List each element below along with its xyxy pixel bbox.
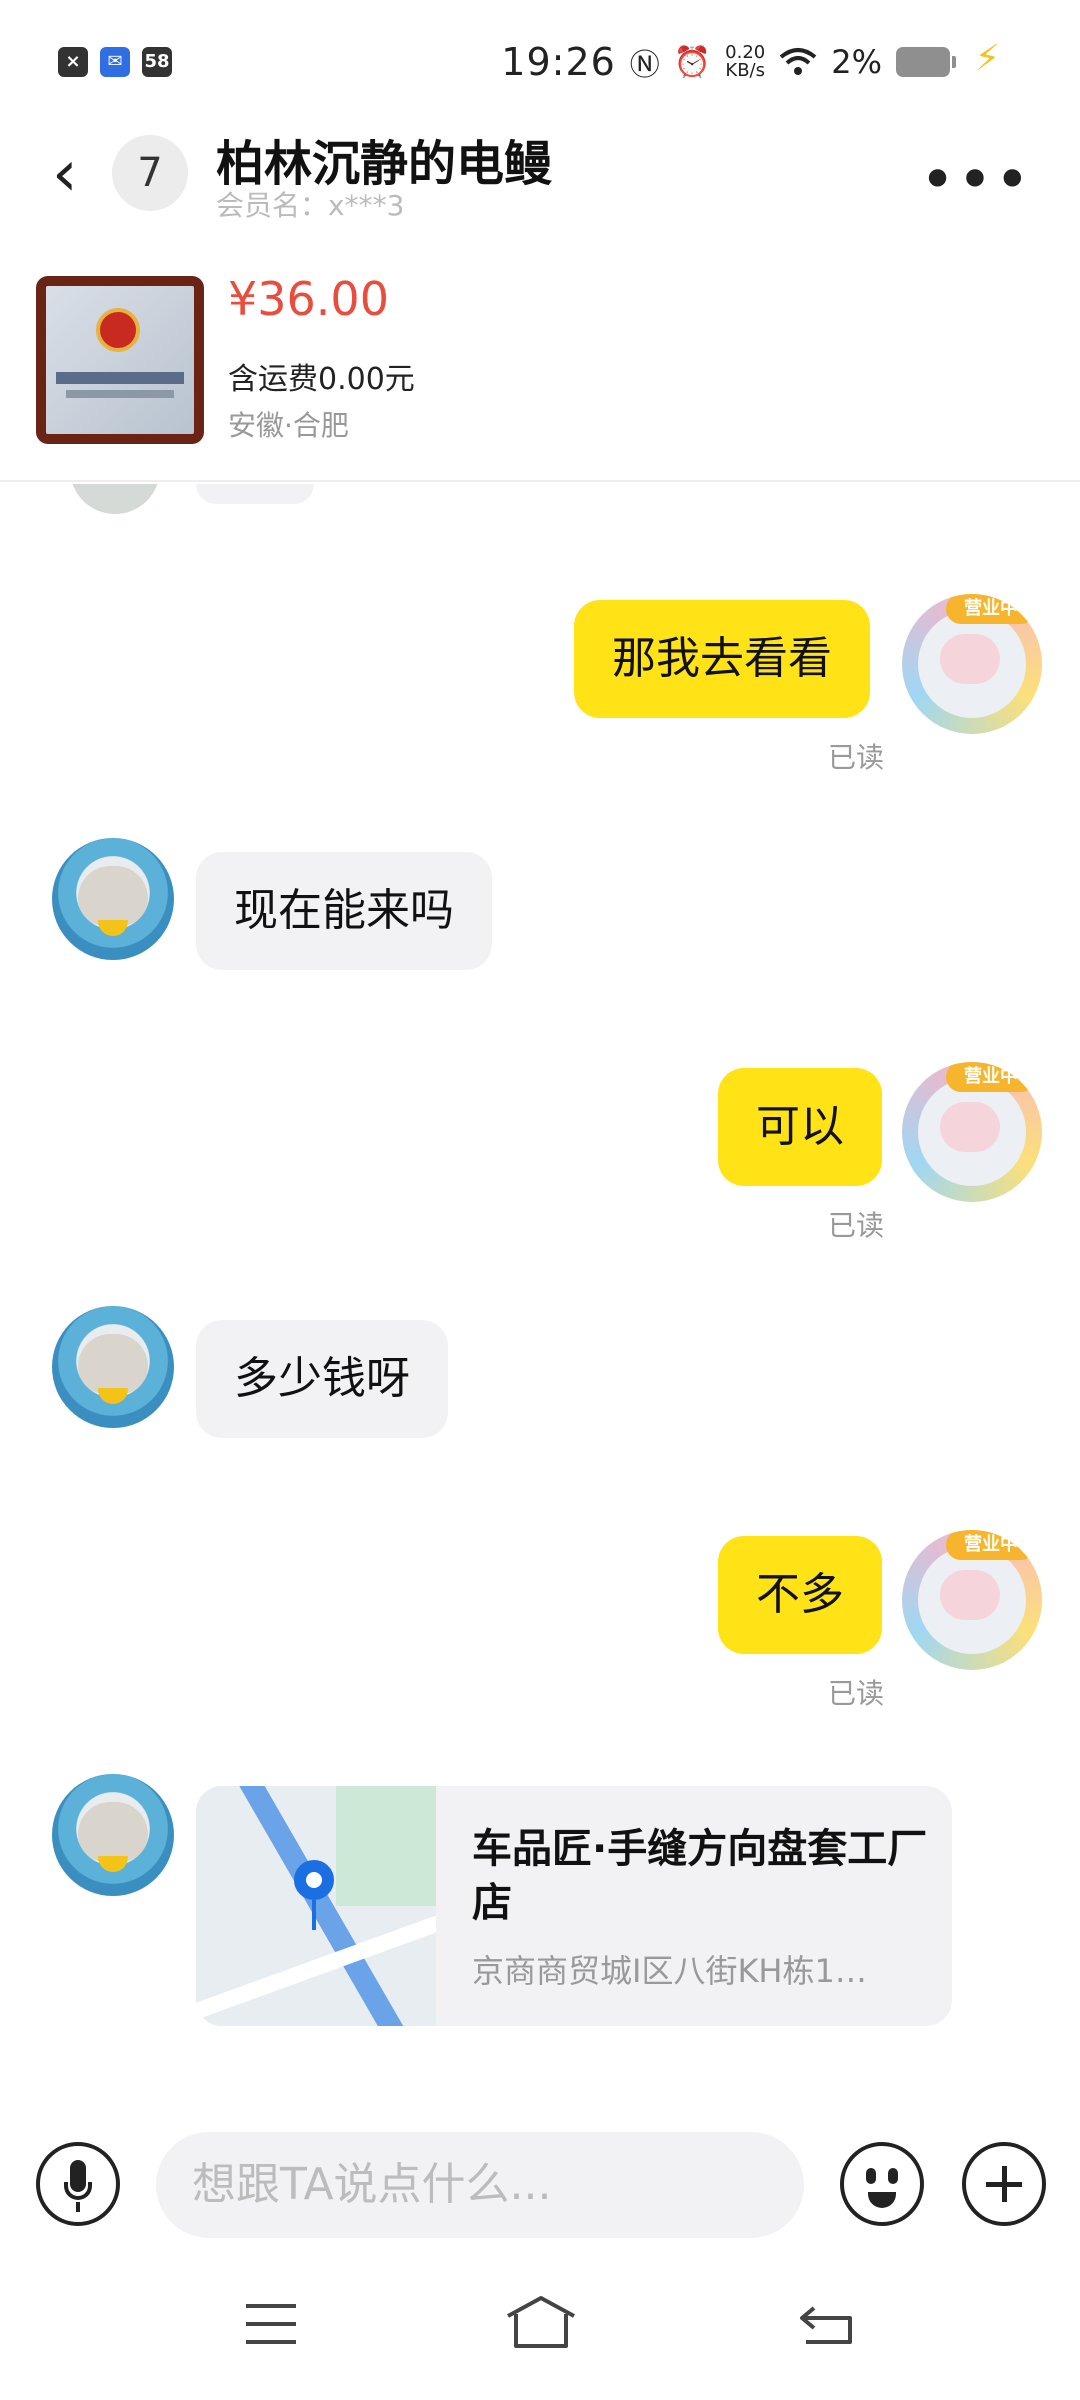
clock: 19:26 bbox=[501, 40, 616, 84]
recent-apps-button[interactable] bbox=[246, 2304, 296, 2344]
message-bubble-sent[interactable]: 那我去看看 bbox=[574, 600, 870, 718]
cat-icon bbox=[940, 1570, 1000, 1620]
system-navigation-bar bbox=[0, 2264, 1080, 2400]
contact-avatar[interactable] bbox=[52, 1306, 174, 1428]
contact-avatar[interactable] bbox=[52, 1774, 174, 1896]
read-receipt: 已读 bbox=[828, 741, 885, 774]
system-indicators: 19:26 Ⓝ ⏰ 0.20 KB/s 2% bbox=[501, 40, 956, 84]
smiley-icon bbox=[866, 2168, 876, 2184]
message-input[interactable]: 想跟TA说点什么... bbox=[156, 2132, 804, 2238]
message-bubble-received[interactable]: 现在能来吗 bbox=[196, 852, 492, 970]
nfc-icon: Ⓝ bbox=[629, 48, 660, 83]
location-message-card[interactable]: 车品匠·手缝方向盘套工厂店 京商商贸城I区八街KH栋1… bbox=[196, 1786, 952, 2026]
avatar-detail bbox=[98, 1856, 128, 1872]
location-title: 车品匠·手缝方向盘套工厂店 bbox=[472, 1826, 928, 1926]
charging-icon: ⚡ bbox=[974, 38, 1000, 79]
app-58-notification-icon: 58 bbox=[142, 47, 172, 77]
back-navigation-button[interactable] bbox=[798, 2304, 854, 2346]
chat-screen: × ✉ 58 19:26 Ⓝ ⏰ 0.20 KB/s 2% ⚡ ‹ 7 柏林沉静… bbox=[0, 0, 1080, 2400]
message-bubble-received[interactable]: 多少钱呀 bbox=[196, 1320, 448, 1438]
avatar-detail bbox=[98, 1388, 128, 1404]
message-bubble-sent[interactable]: 不多 bbox=[718, 1536, 882, 1654]
certificate-text-line-2 bbox=[66, 390, 174, 398]
map-thumbnail[interactable] bbox=[196, 1786, 436, 2026]
map-park-area bbox=[336, 1786, 436, 1906]
more-options-icon[interactable]: ••• bbox=[920, 150, 1032, 210]
location-address: 京商商贸城I区八街KH栋1… bbox=[472, 1952, 867, 1990]
network-speed-unit: KB/s bbox=[725, 60, 765, 81]
map-pin-icon bbox=[294, 1860, 334, 1930]
avatar-badge: 营业中 bbox=[946, 594, 1036, 624]
input-bar: 想跟TA说点什么... bbox=[0, 2104, 1080, 2264]
menu-icon bbox=[246, 2304, 296, 2308]
avatar[interactable] bbox=[70, 484, 160, 514]
microphone-stem bbox=[76, 2202, 80, 2212]
product-thumbnail[interactable] bbox=[36, 276, 204, 444]
smiley-eye bbox=[888, 2168, 898, 2184]
emblem-icon bbox=[96, 308, 140, 352]
avatar-badge: 营业中 bbox=[946, 1530, 1036, 1560]
voice-input-button[interactable] bbox=[36, 2142, 120, 2226]
my-avatar[interactable]: 营业中 bbox=[902, 594, 1042, 734]
mail-notification-icon: ✉ bbox=[100, 47, 130, 77]
home-button[interactable] bbox=[504, 2294, 578, 2350]
product-card[interactable]: ¥36.00 含运费0.00元 安徽·合肥 bbox=[0, 270, 1080, 482]
network-speed: 0.20 KB/s bbox=[725, 44, 765, 80]
wifi-icon bbox=[779, 48, 817, 75]
message-bubble[interactable] bbox=[196, 484, 314, 504]
read-receipt: 已读 bbox=[828, 1677, 885, 1710]
product-price: ¥36.00 bbox=[228, 272, 389, 326]
shipping-info: 含运费0.00元 bbox=[228, 362, 415, 397]
avatar-detail bbox=[98, 920, 128, 936]
my-avatar[interactable]: 营业中 bbox=[902, 1062, 1042, 1202]
battery-icon bbox=[896, 47, 956, 77]
close-notification-icon: × bbox=[58, 47, 88, 77]
battery-percent: 2% bbox=[831, 43, 882, 81]
cat-face-icon bbox=[78, 866, 148, 926]
cat-icon bbox=[940, 634, 1000, 684]
cat-face-icon bbox=[78, 1334, 148, 1394]
read-receipt: 已读 bbox=[828, 1209, 885, 1242]
plus-icon-stroke bbox=[1002, 2166, 1007, 2202]
certificate-text-line bbox=[56, 372, 184, 384]
microphone-base bbox=[64, 2182, 92, 2200]
notification-icons: × ✉ 58 bbox=[58, 47, 172, 77]
message-bubble-sent[interactable]: 可以 bbox=[718, 1068, 882, 1186]
chat-header: ‹ 7 柏林沉静的电鳗 会员名：x***3 ••• bbox=[0, 120, 1080, 270]
alarm-icon: ⏰ bbox=[673, 44, 712, 80]
cat-icon bbox=[940, 1102, 1000, 1152]
product-location: 安徽·合肥 bbox=[228, 409, 349, 442]
smiley-mouth bbox=[868, 2192, 896, 2208]
menu-icon-line bbox=[246, 2340, 296, 2344]
status-bar: × ✉ 58 19:26 Ⓝ ⏰ 0.20 KB/s 2% ⚡ bbox=[0, 0, 1080, 120]
unread-count-badge[interactable]: 7 bbox=[112, 135, 188, 211]
cat-face-icon bbox=[78, 1802, 148, 1862]
back-button[interactable]: ‹ bbox=[52, 142, 78, 206]
contact-avatar[interactable] bbox=[52, 838, 174, 960]
emoji-button[interactable] bbox=[840, 2142, 924, 2226]
avatar-badge: 营业中 bbox=[946, 1062, 1036, 1092]
my-avatar[interactable]: 营业中 bbox=[902, 1530, 1042, 1670]
menu-icon-line bbox=[246, 2322, 296, 2326]
member-name: 会员名：x***3 bbox=[216, 189, 405, 222]
map-pin-dot bbox=[306, 1872, 322, 1888]
message-list[interactable]: 那我去看看 营业中 已读 现在能来吗 可以 营业中 已读 多少钱呀 不多 营业中… bbox=[0, 484, 1080, 2104]
more-actions-button[interactable] bbox=[962, 2142, 1046, 2226]
